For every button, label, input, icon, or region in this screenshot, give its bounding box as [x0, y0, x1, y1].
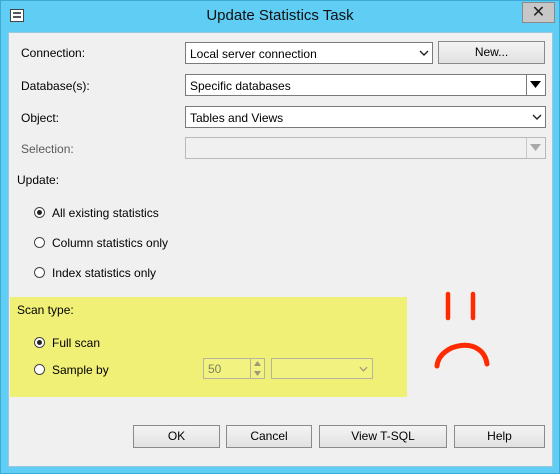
- triangle-down-icon: [530, 144, 541, 151]
- selection-combo: [185, 137, 546, 159]
- databases-combo[interactable]: Specific databases: [185, 74, 546, 96]
- radio-column-statistics-only[interactable]: Column statistics only: [34, 236, 234, 252]
- dialog-body: Connection: Local server connection New.…: [8, 32, 553, 467]
- selection-dropdown-button: [526, 138, 545, 158]
- connection-value: Local server connection: [190, 47, 317, 61]
- radio-full-scan[interactable]: Full scan: [34, 336, 184, 352]
- radio-index-statistics-only[interactable]: Index statistics only: [34, 266, 234, 282]
- connection-label: Connection:: [21, 46, 86, 60]
- chevron-up-icon: [254, 361, 261, 366]
- databases-label: Database(s):: [21, 79, 90, 93]
- connection-combo[interactable]: Local server connection: [185, 42, 433, 64]
- cancel-button[interactable]: Cancel: [226, 425, 312, 448]
- scan-type-label: Scan type:: [17, 303, 74, 317]
- window-title: Update Statistics Task: [206, 7, 354, 24]
- view-tsql-button[interactable]: View T-SQL: [319, 425, 447, 448]
- chevron-down-icon: [532, 114, 542, 120]
- object-value: Tables and Views: [190, 111, 284, 125]
- object-combo[interactable]: Tables and Views: [185, 106, 546, 128]
- radio-button[interactable]: [34, 267, 45, 278]
- new-connection-button[interactable]: New...: [438, 41, 545, 64]
- radio-button[interactable]: [34, 237, 45, 248]
- chevron-down-icon: [254, 371, 261, 376]
- title-bar: Update Statistics Task ✕: [1, 1, 559, 31]
- radio-button[interactable]: [34, 364, 45, 375]
- sample-unit-combo: [271, 358, 373, 379]
- triangle-down-icon: [530, 81, 541, 88]
- update-label: Update:: [17, 173, 60, 187]
- chevron-down-icon: [359, 366, 368, 372]
- help-button[interactable]: Help: [454, 425, 545, 448]
- radio-all-existing-statistics[interactable]: All existing statistics: [34, 206, 234, 222]
- radio-button[interactable]: [34, 337, 45, 348]
- ok-button[interactable]: OK: [133, 425, 220, 448]
- sample-value-spinner: 50: [203, 358, 265, 379]
- sad-face-icon: [434, 291, 490, 369]
- dialog-window: Update Statistics Task ✕ Connection: Loc…: [0, 0, 560, 474]
- chevron-down-icon: [419, 50, 429, 56]
- selection-label: Selection:: [21, 142, 74, 156]
- radio-sample-by[interactable]: Sample by: [34, 363, 184, 379]
- object-label: Object:: [21, 111, 60, 125]
- spinner-arrows: [250, 359, 264, 378]
- databases-dropdown-button[interactable]: [526, 75, 545, 95]
- close-button[interactable]: ✕: [522, 2, 555, 23]
- sample-value: 50: [208, 362, 222, 376]
- radio-button[interactable]: [34, 207, 45, 218]
- databases-value: Specific databases: [190, 79, 291, 93]
